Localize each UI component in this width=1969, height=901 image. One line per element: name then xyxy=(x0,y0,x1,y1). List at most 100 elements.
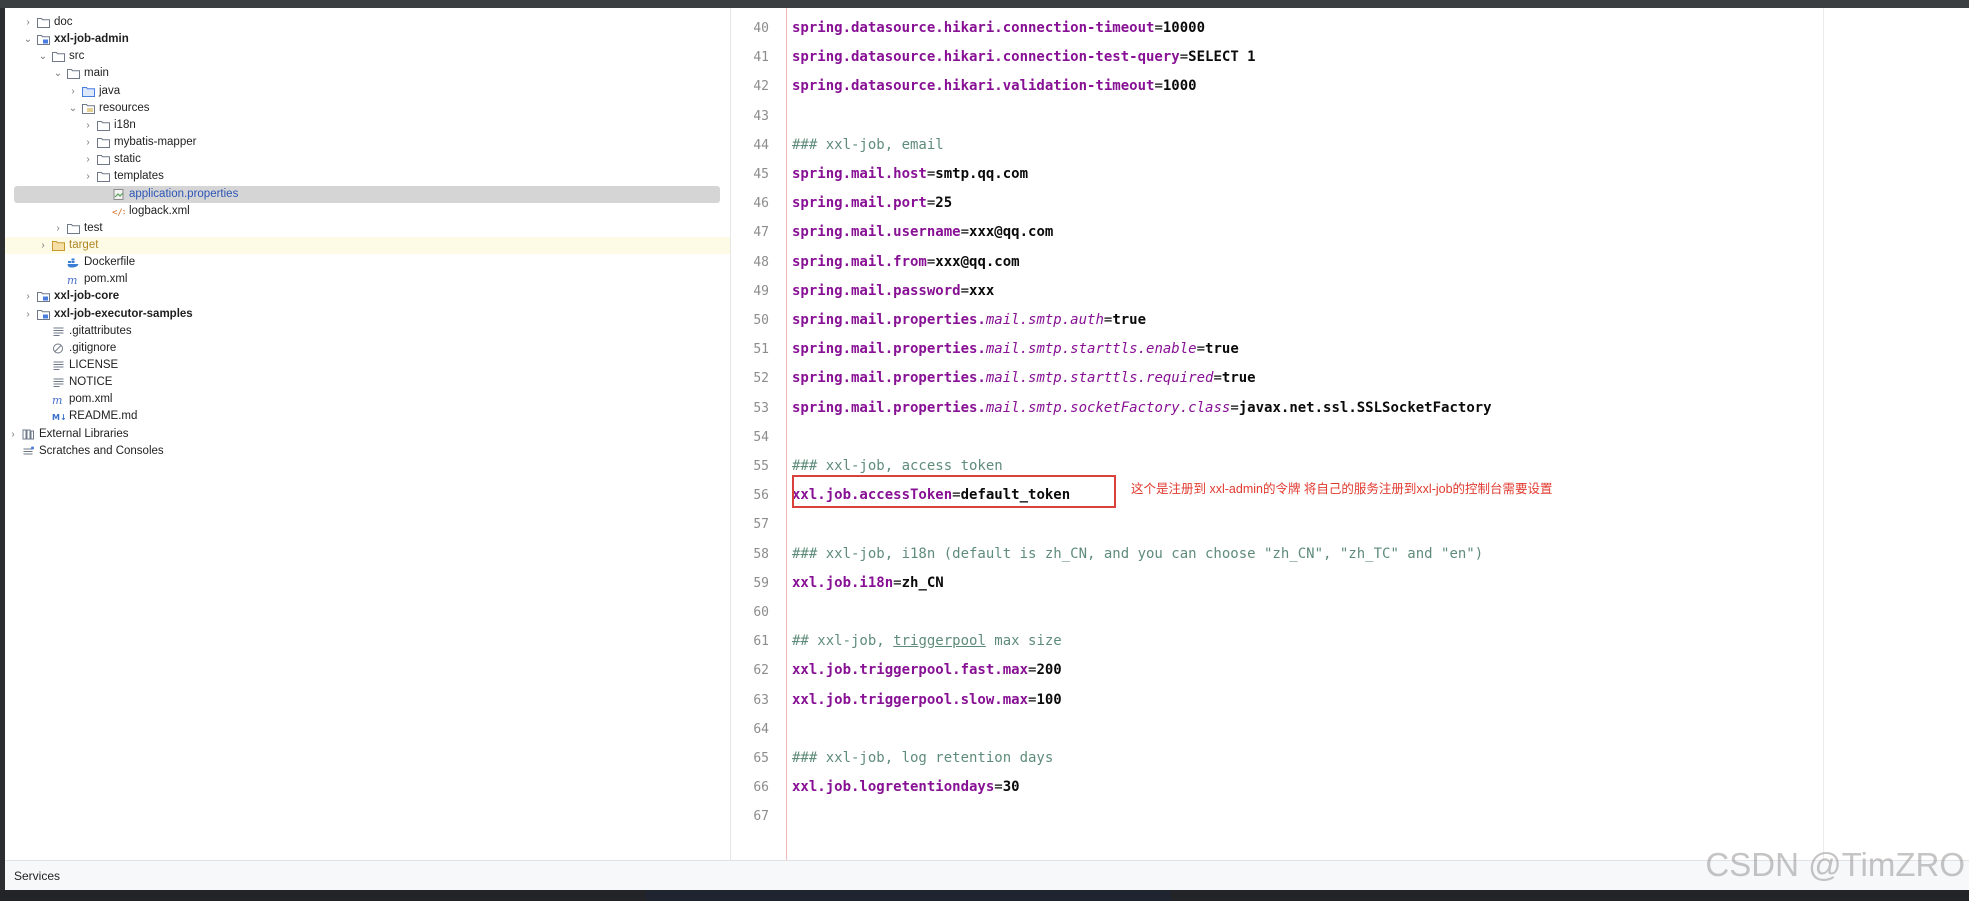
folder-icon xyxy=(67,68,80,80)
tree-item-gitignore[interactable]: .gitignore xyxy=(5,340,730,357)
tree-item-pom-xml[interactable]: m pom.xml xyxy=(5,391,730,408)
svg-text:</>: </> xyxy=(112,208,125,217)
property-value: SELECT 1 xyxy=(1188,49,1256,66)
tree-item-label: target xyxy=(69,238,99,251)
chevron-right-icon[interactable]: › xyxy=(8,426,18,443)
tree-item-pom-xml[interactable]: m pom.xml xyxy=(5,271,730,288)
chevron-down-icon[interactable]: ⌄ xyxy=(23,31,33,48)
tree-item-xxl-job-executor-samples[interactable]: › xxl-job-executor-samples xyxy=(5,306,730,323)
tree-item-test[interactable]: › test xyxy=(5,220,730,237)
chevron-right-icon[interactable]: › xyxy=(68,83,78,100)
gutter-divider xyxy=(786,8,787,860)
tree-item-xxl-job-core[interactable]: › xxl-job-core xyxy=(5,288,730,305)
tree-item-label: pom.xml xyxy=(69,393,113,406)
property-key: spring.mail.properties. xyxy=(792,370,986,387)
line-number: 45 xyxy=(753,167,769,182)
code-line[interactable]: spring.datasource.hikari.connection-time… xyxy=(792,14,1205,43)
comment: ## xxl-job, xyxy=(792,633,894,650)
assign-operator: = xyxy=(960,282,970,299)
library-icon xyxy=(22,429,35,440)
tree-item-external-libraries[interactable]: › External Libraries xyxy=(5,426,730,443)
module-folder-icon xyxy=(37,34,50,46)
property-value: 1000 xyxy=(1162,78,1197,95)
code-line[interactable]: ### xxl-job, log retention days xyxy=(792,744,1053,773)
property-value: true xyxy=(1221,370,1256,387)
code-line[interactable]: ## xxl-job, triggerpool max size xyxy=(792,627,1062,656)
code-line[interactable]: spring.mail.port=25 xyxy=(792,189,952,218)
scratches-icon xyxy=(22,446,35,457)
comment: ### xxl-job, access token xyxy=(792,458,1003,474)
code-line[interactable]: xxl.job.logretentiondays=30 xyxy=(792,773,1020,802)
code-line[interactable]: spring.mail.properties.mail.smtp.starttl… xyxy=(792,335,1239,364)
property-key: mail.smtp.starttls.enable xyxy=(985,341,1197,358)
tree-item-templates[interactable]: › templates xyxy=(5,168,730,185)
assign-operator: = xyxy=(893,574,902,591)
resources-folder-icon xyxy=(82,103,95,114)
tree-item-logback-xml[interactable]: </> logback.xml xyxy=(5,203,730,220)
chevron-right-icon[interactable]: › xyxy=(83,134,93,151)
code-editor[interactable]: 40 41 42 43 44 45 46 47 48 49 50 51 52 53 54 55 56 57 58 59… xyxy=(731,8,1969,860)
tree-item-gitattributes[interactable]: .gitattributes xyxy=(5,323,730,340)
top-window-strip xyxy=(0,0,1969,8)
tree-item-static[interactable]: › static xyxy=(5,151,730,168)
tree-item-notice[interactable]: NOTICE xyxy=(5,374,730,391)
tree-item-label: static xyxy=(114,153,141,166)
code-line[interactable]: ### xxl-job, i18n (default is zh_CN, and… xyxy=(792,540,1483,569)
chevron-right-icon[interactable]: › xyxy=(23,306,33,323)
services-tab[interactable]: Services xyxy=(14,869,60,883)
code-line[interactable]: spring.mail.from=xxx@qq.com xyxy=(792,248,1020,277)
tree-item-i18n[interactable]: › i18n xyxy=(5,117,730,134)
code-line[interactable]: spring.mail.host=smtp.qq.com xyxy=(792,160,1028,189)
code-line[interactable]: ### xxl-job, email xyxy=(792,131,944,160)
tree-item-resources[interactable]: ⌄ resources xyxy=(5,100,730,117)
chevron-right-icon[interactable]: › xyxy=(83,168,93,185)
tree-item-readme-md[interactable]: M↓ README.md xyxy=(5,408,730,425)
tree-item-xxl-job-admin[interactable]: ⌄ xxl-job-admin xyxy=(5,31,730,48)
chevron-right-icon[interactable]: › xyxy=(38,237,48,254)
chevron-right-icon[interactable]: › xyxy=(23,288,33,305)
chevron-down-icon[interactable]: ⌄ xyxy=(53,65,63,82)
property-key: xxl.job.triggerpool.slow.max xyxy=(792,691,1029,708)
code-line[interactable]: spring.mail.password=xxx xyxy=(792,277,994,306)
code-line[interactable]: spring.mail.properties.mail.smtp.auth=tr… xyxy=(792,306,1146,335)
tree-item-target[interactable]: › target xyxy=(5,236,730,254)
code-line[interactable]: spring.mail.properties.mail.smtp.socketF… xyxy=(792,394,1492,423)
code-line[interactable]: xxl.job.triggerpool.fast.max=200 xyxy=(792,656,1062,685)
code-line[interactable]: spring.mail.username=xxx@qq.com xyxy=(792,218,1053,247)
chevron-down-icon[interactable]: ⌄ xyxy=(38,48,48,65)
chevron-down-icon[interactable]: ⌄ xyxy=(68,100,78,117)
tree-item-java[interactable]: › java xyxy=(5,83,730,100)
chevron-right-icon[interactable]: › xyxy=(53,220,63,237)
tree-item-mybatis-mapper[interactable]: › mybatis-mapper xyxy=(5,134,730,151)
tree-item-src[interactable]: ⌄ src xyxy=(5,48,730,65)
tree-item-label: xxl-job-admin xyxy=(54,33,129,46)
svg-text:m: m xyxy=(52,394,62,405)
assign-operator: = xyxy=(1154,20,1163,36)
tree-item-main[interactable]: ⌄ main xyxy=(5,65,730,82)
code-line[interactable]: xxl.job.triggerpool.slow.max=100 xyxy=(792,686,1062,715)
code-line[interactable]: xxl.job.i18n=zh_CN xyxy=(792,569,944,598)
tree-item-dockerfile[interactable]: Dockerfile xyxy=(5,254,730,271)
folder-icon xyxy=(97,137,110,149)
property-key: xxl.job.logretentiondays xyxy=(792,779,995,796)
property-key: spring.mail.password xyxy=(792,282,961,299)
chevron-right-icon[interactable]: › xyxy=(23,14,33,31)
code-line[interactable]: spring.datasource.hikari.connection-test… xyxy=(792,43,1256,72)
comment: max size xyxy=(985,633,1062,650)
property-value: 10000 xyxy=(1162,20,1206,36)
tree-item-label: xxl-job-executor-samples xyxy=(54,307,193,320)
tree-item-scratches-and-consoles[interactable]: Scratches and Consoles xyxy=(5,443,730,460)
chevron-right-icon[interactable]: › xyxy=(83,151,93,168)
tree-item-application-properties[interactable]: application.properties xyxy=(5,185,730,203)
line-number: 42 xyxy=(753,79,769,95)
code-line[interactable]: spring.mail.properties.mail.smtp.starttl… xyxy=(792,364,1256,393)
tree-item-label: logback.xml xyxy=(129,204,190,217)
tree-item-license[interactable]: LICENSE xyxy=(5,357,730,374)
line-number: 64 xyxy=(753,721,769,737)
tree-item-doc[interactable]: › doc xyxy=(5,14,730,31)
code-line[interactable]: spring.datasource.hikari.validation-time… xyxy=(792,72,1197,101)
text-file-icon xyxy=(52,377,65,388)
chevron-right-icon[interactable]: › xyxy=(83,117,93,134)
ide-window: › doc ⌄ xxl-job-admin ⌄ src ⌄ main › java ⌄ resourc… xyxy=(5,8,1969,860)
module-folder-icon xyxy=(37,309,50,320)
